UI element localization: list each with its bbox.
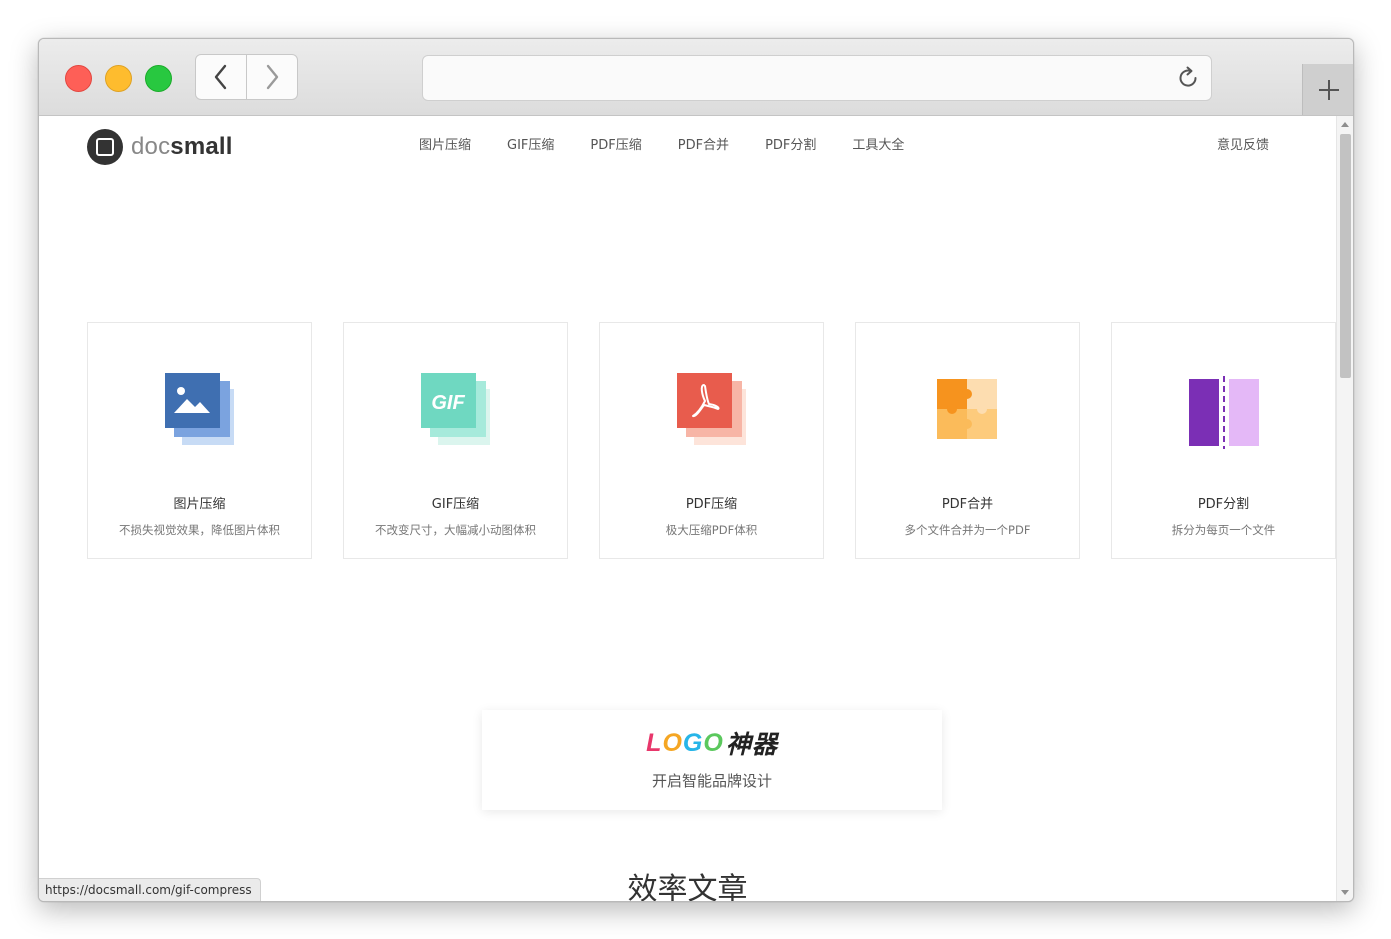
tool-card-gif-compress[interactable]: GIF GIF压缩 不改变尺寸，大幅减小动图体积 (343, 322, 568, 559)
vertical-scrollbar[interactable] (1336, 116, 1353, 901)
status-bar-url: https://docsmall.com/gif-compress (39, 878, 261, 901)
new-tab-button[interactable] (1302, 64, 1353, 115)
close-window-button[interactable] (65, 65, 92, 92)
puzzle-merge-icon (937, 379, 997, 439)
main-nav: 图片压缩 GIF压缩 PDF压缩 PDF合并 PDF分割 工具大全 (419, 134, 904, 158)
nav-pdf-compress[interactable]: PDF压缩 (590, 134, 641, 158)
tool-card-image-compress[interactable]: 图片压缩 不损失视觉效果，降低图片体积 (87, 322, 312, 559)
chevron-right-icon (266, 64, 279, 90)
image-compress-icon (165, 373, 234, 445)
address-bar[interactable] (422, 55, 1212, 101)
promo-logo-letter: O (662, 728, 683, 757)
promo-logo-letter: O (703, 728, 724, 757)
tool-card-pdf-split[interactable]: PDF分割 拆分为每页一个文件 (1111, 322, 1336, 559)
promo-logo: L O G O 神器 (482, 728, 942, 760)
gif-compress-icon: GIF (421, 373, 490, 445)
nav-all-tools[interactable]: 工具大全 (852, 134, 904, 158)
plus-icon (1319, 79, 1339, 100)
logo-text-suffix: small (170, 133, 233, 160)
logo-mark-icon (87, 129, 123, 165)
tool-card-title: PDF分割 (1197, 497, 1250, 512)
tool-card-desc: 不改变尺寸，大幅减小动图体积 (375, 523, 536, 537)
split-icon (1189, 376, 1259, 449)
tool-card-pdf-merge[interactable]: PDF合并 多个文件合并为一个PDF (855, 322, 1080, 559)
nav-gif-compress[interactable]: GIF压缩 (507, 134, 554, 158)
nav-pdf-split[interactable]: PDF分割 (765, 134, 816, 158)
scroll-thumb[interactable] (1340, 134, 1351, 378)
tool-card-title: 图片压缩 (173, 497, 226, 512)
tool-card-pdf-compress[interactable]: PDF压缩 极大压缩PDF体积 (599, 322, 824, 559)
site-logo[interactable]: docsmall (87, 129, 233, 165)
logo-promo-banner[interactable]: L O G O 神器 开启智能品牌设计 (482, 710, 942, 810)
scroll-up-arrow-icon[interactable] (1341, 122, 1349, 127)
tool-card-title: PDF合并 (941, 497, 994, 512)
tool-card-desc: 极大压缩PDF体积 (665, 523, 758, 537)
nav-image-compress[interactable]: 图片压缩 (419, 134, 471, 158)
feedback-link[interactable]: 意见反馈 (1217, 134, 1269, 158)
tool-card-desc: 拆分为每页一个文件 (1171, 523, 1276, 537)
logo-text-prefix: doc (131, 133, 171, 160)
promo-logo-letter: L (646, 728, 663, 757)
tool-card-desc: 多个文件合并为一个PDF (904, 523, 1031, 537)
reload-icon[interactable] (1175, 65, 1201, 91)
scroll-down-arrow-icon[interactable] (1341, 890, 1349, 895)
tool-card-title: GIF压缩 (431, 497, 480, 512)
nav-pdf-merge[interactable]: PDF合并 (678, 134, 729, 158)
promo-logo-suffix: 神器 (725, 731, 778, 759)
forward-button[interactable] (246, 54, 298, 100)
zoom-window-button[interactable] (145, 65, 172, 92)
promo-logo-letter: G (682, 728, 704, 757)
page-viewport: docsmall 图片压缩 GIF压缩 PDF压缩 PDF合并 PDF分割 工具… (39, 116, 1336, 901)
tool-card-desc: 不损失视觉效果，降低图片体积 (119, 523, 280, 537)
back-button[interactable] (195, 54, 247, 100)
gif-badge-text: GIF (431, 392, 465, 414)
minimize-window-button[interactable] (105, 65, 132, 92)
promo-subtitle: 开启智能品牌设计 (651, 772, 772, 790)
chevron-left-icon (214, 64, 227, 90)
tool-card-title: PDF压缩 (685, 497, 738, 512)
browser-window: docsmall 图片压缩 GIF压缩 PDF压缩 PDF合并 PDF分割 工具… (38, 38, 1354, 902)
browser-toolbar (39, 39, 1353, 116)
pdf-compress-icon (677, 373, 746, 445)
